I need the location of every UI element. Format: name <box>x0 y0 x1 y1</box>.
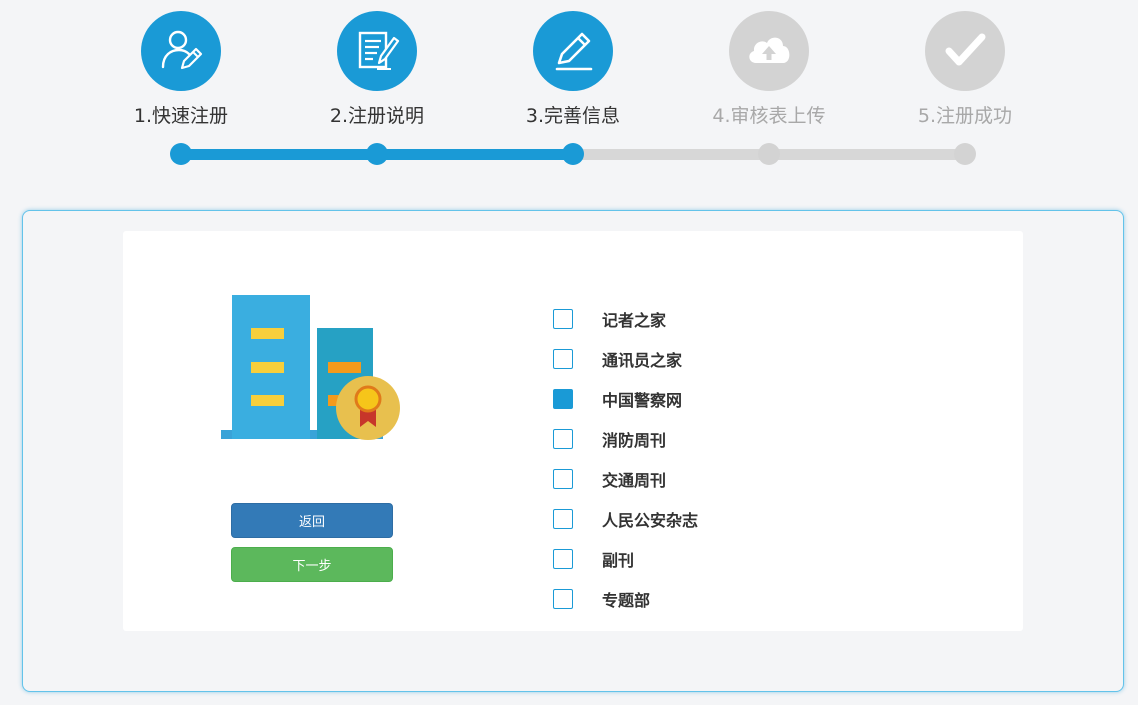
option-label: 副刊 <box>602 551 635 570</box>
step-circle <box>729 11 809 91</box>
form-panel: 返回 下一步 记者之家 通讯员之家 中国警察网 消防周刊 交通周刊 人民公安杂志… <box>22 210 1124 692</box>
step-register-notes: 2.注册说明 <box>297 11 457 128</box>
building-illustration <box>221 295 400 440</box>
option-item[interactable]: 专题部 <box>553 579 698 619</box>
option-label: 人民公安杂志 <box>602 511 699 530</box>
step-label: 4.审核表上传 <box>712 105 826 127</box>
step-upload-review-form: 4.审核表上传 <box>689 11 849 128</box>
option-item[interactable]: 交通周刊 <box>553 459 698 499</box>
option-label: 消防周刊 <box>602 431 667 450</box>
step-label: 5.注册成功 <box>917 105 1013 127</box>
next-step-button[interactable]: 下一步 <box>231 547 393 582</box>
checkbox-checked[interactable] <box>553 389 573 409</box>
option-item[interactable]: 中国警察网 <box>553 379 698 419</box>
step-label: 3.完善信息 <box>525 105 621 127</box>
step-complete-info: 3.完善信息 <box>493 11 653 128</box>
option-label: 交通周刊 <box>602 471 667 490</box>
progress-dot <box>758 143 780 165</box>
option-item[interactable]: 人民公安杂志 <box>553 499 698 539</box>
checkbox[interactable] <box>553 589 573 609</box>
option-item[interactable]: 记者之家 <box>553 299 698 339</box>
checkbox[interactable] <box>553 429 573 449</box>
progress-dot <box>170 143 192 165</box>
option-label: 专题部 <box>602 591 651 610</box>
progress-dot <box>562 143 584 165</box>
step-register-success: 5.注册成功 <box>885 11 1045 128</box>
option-label: 通讯员之家 <box>602 351 683 370</box>
registration-stepper: 1.快速注册 2.注册说明 3.完善信息 4.审核表上传 5.注册成功 <box>0 0 1138 180</box>
option-item[interactable]: 通讯员之家 <box>553 339 698 379</box>
checkbox[interactable] <box>553 349 573 369</box>
step-circle <box>533 11 613 91</box>
checkbox[interactable] <box>553 309 573 329</box>
document-edit-icon <box>358 31 400 70</box>
step-circle <box>141 11 221 91</box>
form-card: 返回 下一步 记者之家 通讯员之家 中国警察网 消防周刊 交通周刊 人民公安杂志… <box>123 231 1023 631</box>
option-label: 中国警察网 <box>602 391 683 410</box>
step-circle <box>337 11 417 91</box>
progress-dot <box>366 143 388 165</box>
checkmark-icon <box>945 33 986 66</box>
step-circle <box>925 11 1005 91</box>
option-item[interactable]: 消防周刊 <box>553 419 698 459</box>
step-label: 2.注册说明 <box>329 105 425 127</box>
cloud-upload-icon <box>749 37 790 63</box>
user-edit-icon <box>161 30 203 70</box>
option-label: 记者之家 <box>602 311 667 330</box>
pencil-icon <box>555 32 593 71</box>
option-list: 记者之家 通讯员之家 中国警察网 消防周刊 交通周刊 人民公安杂志 副刊 专题部 <box>553 299 698 619</box>
progress-dot <box>954 143 976 165</box>
checkbox[interactable] <box>553 509 573 529</box>
step-quick-register: 1.快速注册 <box>101 11 261 128</box>
back-button[interactable]: 返回 <box>231 503 393 538</box>
step-label: 1.快速注册 <box>133 105 229 127</box>
option-item[interactable]: 副刊 <box>553 539 698 579</box>
checkbox[interactable] <box>553 549 573 569</box>
checkbox[interactable] <box>553 469 573 489</box>
